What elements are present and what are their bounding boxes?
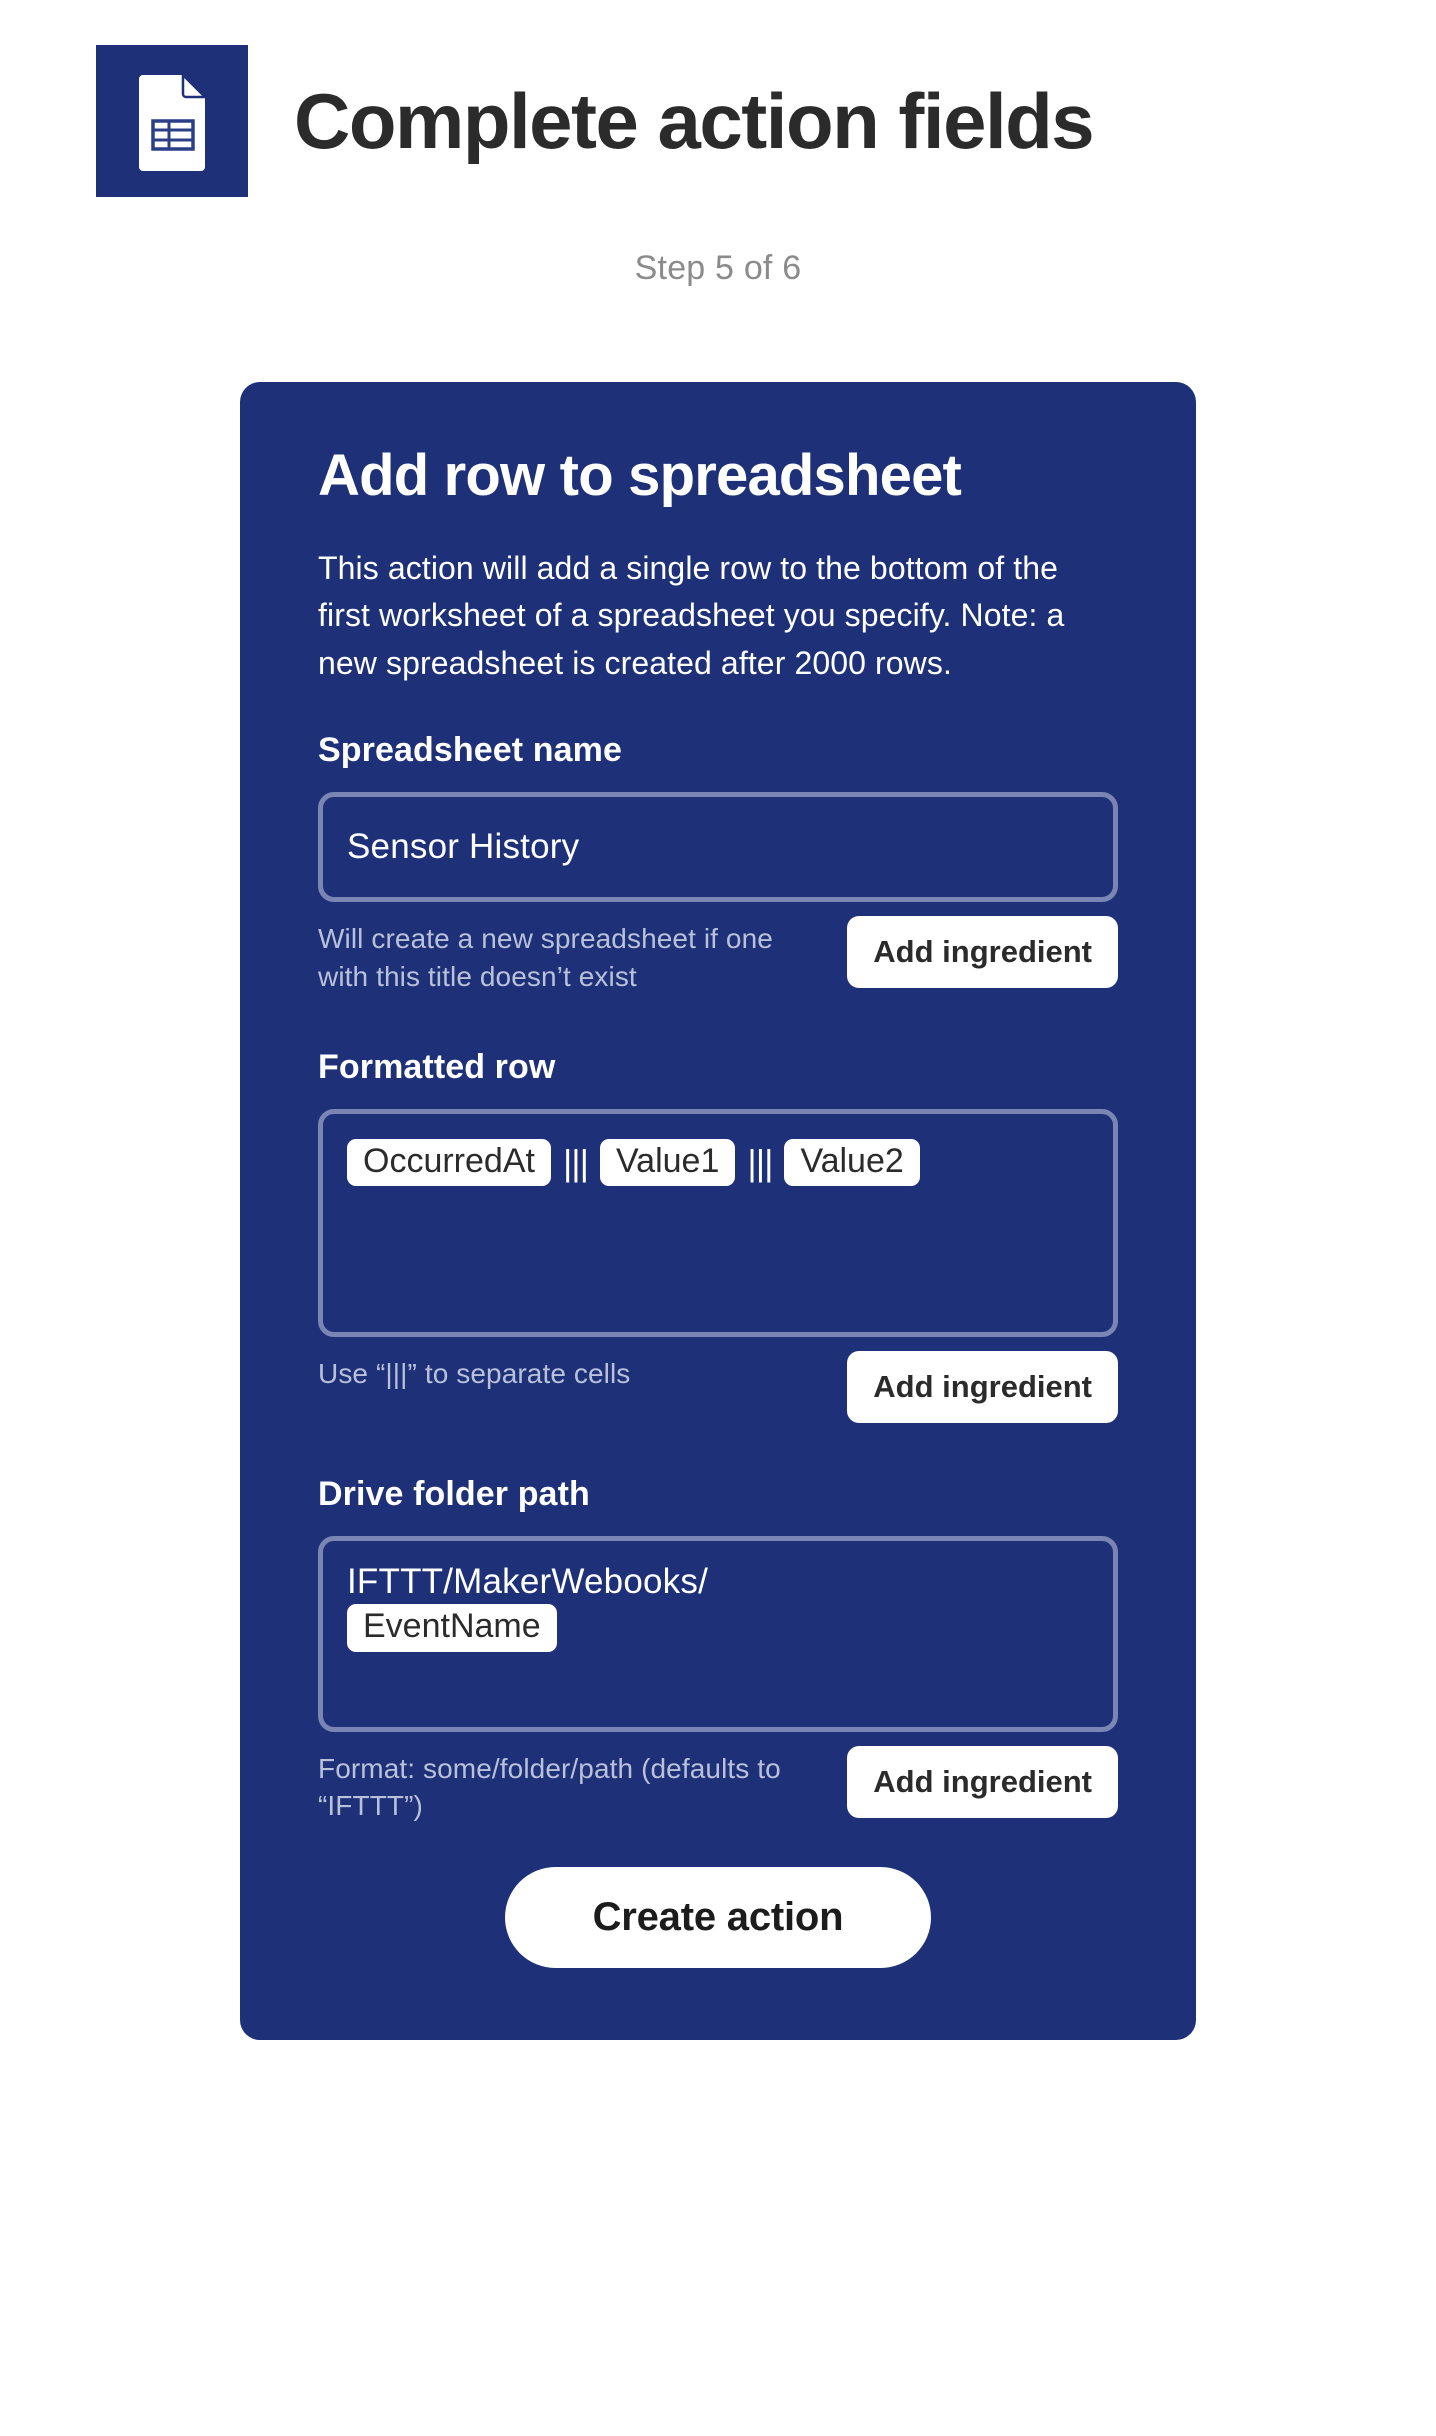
cell-separator: |||	[747, 1141, 773, 1183]
submit-row: Create action	[318, 1825, 1118, 2040]
drive-folder-path-prefix: IFTTT/MakerWebooks/	[347, 1561, 708, 1601]
page-header: Complete action fields	[0, 0, 1436, 197]
spreadsheet-name-input[interactable]: Sensor History	[318, 792, 1118, 903]
ingredient-chip[interactable]: OccurredAt	[347, 1138, 551, 1187]
field-label-spreadsheet-name: Spreadsheet name	[318, 731, 622, 770]
field-label-drive-folder-path: Drive folder path	[318, 1474, 590, 1513]
helper-row-formatted-row: Use “|||” to separate cells Add ingredie…	[318, 1350, 1118, 1423]
create-action-button[interactable]: Create action	[504, 1867, 932, 1969]
field-group-drive-folder-path: Drive folder path IFTTT/MakerWebooks/ Ev…	[318, 1475, 1118, 1826]
drive-folder-path-flow: IFTTT/MakerWebooks/ EventName	[347, 1561, 1089, 1655]
add-ingredient-button-spreadsheet-name[interactable]: Add ingredient	[847, 916, 1118, 989]
helper-row-drive-folder-path: Format: some/folder/path (defaults to “I…	[318, 1745, 1118, 1826]
action-config-card: Add row to spreadsheet This action will …	[240, 382, 1196, 2041]
spreadsheet-name-value: Sensor History	[347, 826, 580, 866]
ingredient-chip[interactable]: Value2	[784, 1138, 920, 1187]
add-ingredient-button-drive-folder-path[interactable]: Add ingredient	[847, 1745, 1118, 1818]
card-description: This action will add a single row to the…	[318, 549, 1065, 681]
drive-folder-path-input[interactable]: IFTTT/MakerWebooks/ EventName	[318, 1535, 1118, 1732]
ingredient-chip[interactable]: Value1	[600, 1138, 736, 1187]
field-group-spreadsheet-name: Spreadsheet name Sensor History Will cre…	[318, 731, 1118, 996]
cell-separator: |||	[562, 1141, 589, 1183]
ingredient-chip[interactable]: EventName	[347, 1604, 557, 1652]
helper-text-drive-folder-path: Format: some/folder/path (defaults to “I…	[318, 1752, 781, 1822]
card-heading: Add row to spreadsheet	[318, 443, 962, 508]
helper-text-formatted-row: Use “|||” to separate cells	[318, 1357, 631, 1389]
formatted-row-input[interactable]: OccurredAt ||| Value1 ||| Value2	[318, 1108, 1118, 1337]
step-indicator: Step 5 of 6	[634, 249, 802, 287]
add-ingredient-button-formatted-row[interactable]: Add ingredient	[847, 1350, 1118, 1423]
spreadsheet-document-icon	[96, 45, 248, 197]
helper-text-spreadsheet-name: Will create a new spreadsheet if one wit…	[318, 923, 773, 992]
formatted-row-chip-flow: OccurredAt ||| Value1 ||| Value2	[347, 1136, 1089, 1189]
page-title: Complete action fields	[294, 77, 1095, 165]
field-group-formatted-row: Formatted row OccurredAt ||| Value1 ||| …	[318, 1048, 1118, 1423]
helper-row-spreadsheet-name: Will create a new spreadsheet if one wit…	[318, 916, 1118, 996]
field-label-formatted-row: Formatted row	[318, 1047, 556, 1086]
